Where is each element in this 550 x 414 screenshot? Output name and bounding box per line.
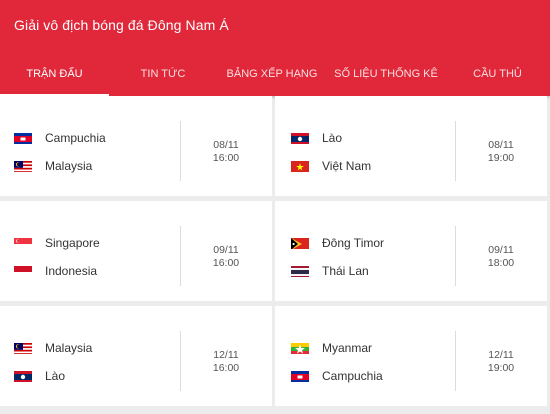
team-name: Myanmar [322,341,373,355]
laos-flag-icon [14,370,32,382]
match-time: 19:00 [487,152,515,164]
team-name: Singapore [45,236,100,250]
match-row: Malaysia Lào 12/11 16:00 Myanmar Campuch… [0,306,550,411]
divider [180,331,181,391]
match-list: Campuchia Malaysia 08/11 16:00 Lào Việt … [0,96,550,411]
malaysia-flag-icon [14,160,32,172]
laos-flag-icon [291,132,309,144]
tab-standings[interactable]: BẢNG XẾP HẠNG [217,52,327,96]
away-team: Việt Nam [291,158,371,174]
team-name: Campuchia [322,369,383,383]
match-card[interactable]: Lào Việt Nam 08/11 19:00 [275,96,547,196]
match-time: 19:00 [487,362,515,374]
tab-statistics[interactable]: SỐ LIỆU THỐNG KÊ [327,52,445,96]
away-team: Indonesia [14,263,97,279]
match-row: Campuchia Malaysia 08/11 16:00 Lào Việt … [0,96,550,201]
away-team: Malaysia [14,158,92,174]
tab-bar: TRẬN ĐẤU TIN TỨC BẢNG XẾP HẠNG SỐ LIỆU T… [0,52,550,96]
home-team: Campuchia [14,130,106,146]
team-name: Thái Lan [322,264,369,278]
team-name: Lào [322,131,343,145]
match-card[interactable]: Campuchia Malaysia 08/11 16:00 [0,96,272,196]
home-team: Đông Timor [291,235,384,251]
match-date: 12/11 [213,349,239,361]
divider [455,331,456,391]
cambodia-flag-icon [14,132,32,144]
match-date: 12/11 [488,349,514,361]
app-header: Giải vô địch bóng đá Đông Nam Á TRẬN ĐẤU… [0,0,550,96]
app-window: Giải vô địch bóng đá Đông Nam Á TRẬN ĐẤU… [0,0,550,414]
away-team: Campuchia [291,368,383,384]
tab-news[interactable]: TIN TỨC [109,52,217,96]
page-title: Giải vô địch bóng đá Đông Nam Á [14,17,229,33]
match-date: 08/11 [488,139,514,151]
thailand-flag-icon [291,265,309,277]
away-team: Thái Lan [291,263,369,279]
team-name: Malaysia [45,159,93,173]
team-name: Lào [45,369,66,383]
match-row: Singapore Indonesia 09/11 16:00 Đông Tim… [0,201,550,306]
myanmar-flag-icon [291,342,309,354]
home-team: Lào [291,130,342,146]
team-name: Campuchia [45,131,106,145]
match-date: 09/11 [213,244,239,256]
match-time: 18:00 [487,257,515,269]
match-card[interactable]: Myanmar Campuchia 12/11 19:00 [275,306,547,406]
match-date: 08/11 [213,139,239,151]
tab-matches[interactable]: TRẬN ĐẤU [0,52,109,96]
away-team: Lào [14,368,65,384]
divider [180,121,181,181]
match-time: 16:00 [212,362,240,374]
match-time: 16:00 [212,152,240,164]
divider [455,226,456,286]
match-card[interactable]: Singapore Indonesia 09/11 16:00 [0,201,272,301]
singapore-flag-icon [14,237,32,249]
match-time: 16:00 [212,257,240,269]
divider [455,121,456,181]
match-card[interactable]: Đông Timor Thái Lan 09/11 18:00 [275,201,547,301]
cambodia-flag-icon [291,370,309,382]
vietnam-flag-icon [291,160,309,172]
team-name: Đông Timor [322,236,385,250]
divider [180,226,181,286]
match-card[interactable]: Malaysia Lào 12/11 16:00 [0,306,272,406]
home-team: Singapore [14,235,100,251]
tab-players[interactable]: CẦU THỦ [445,52,550,96]
team-name: Indonesia [45,264,98,278]
home-team: Malaysia [14,340,92,356]
indonesia-flag-icon [14,265,32,277]
home-team: Myanmar [291,340,372,356]
east-timor-flag-icon [291,237,309,249]
team-name: Malaysia [45,341,93,355]
team-name: Việt Nam [322,159,372,173]
match-date: 09/11 [488,244,514,256]
malaysia-flag-icon [14,342,32,354]
